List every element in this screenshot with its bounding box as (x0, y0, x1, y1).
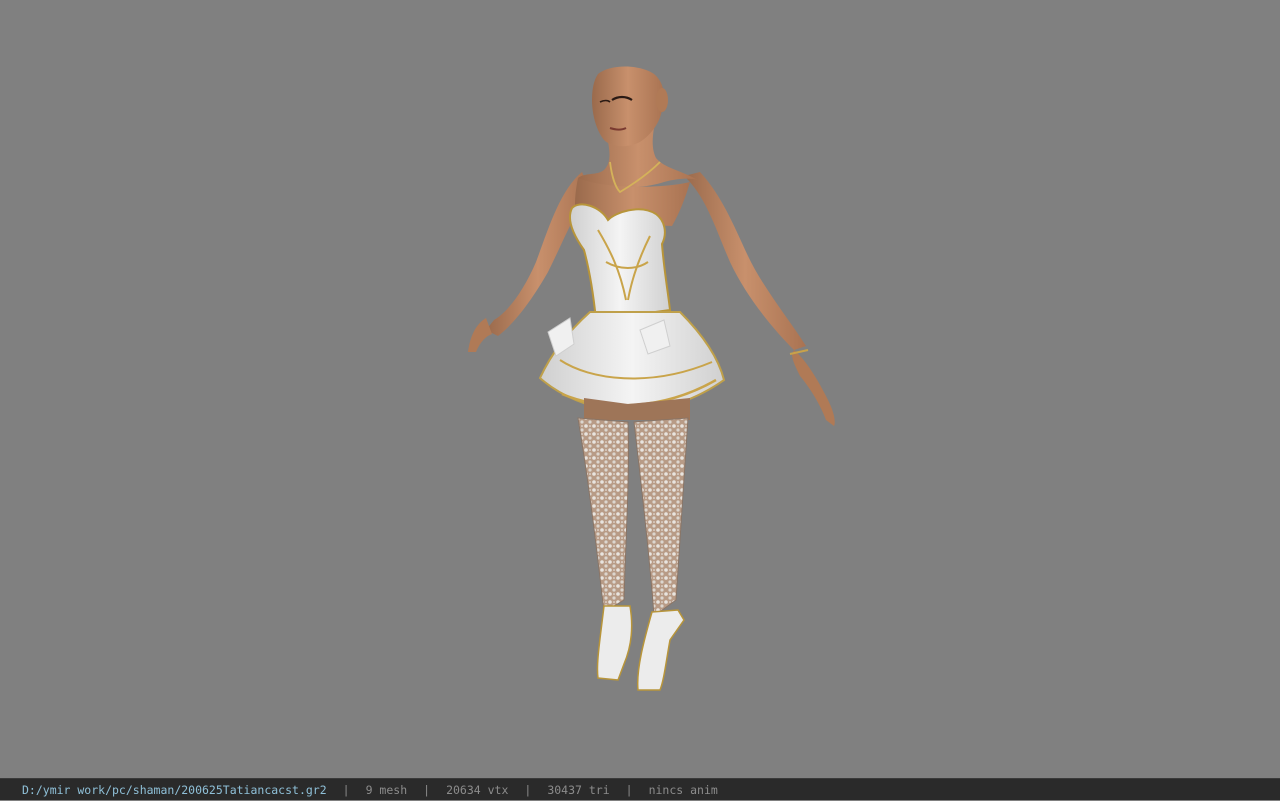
animation-status: nincs anim (648, 783, 718, 797)
status-bar: D:/ymir work/pc/shaman/200625Tatiancacst… (0, 778, 1280, 800)
separator: | (423, 783, 431, 797)
mesh-count: 9 mesh (365, 783, 408, 797)
triangle-count: 30437 tri (547, 783, 610, 797)
separator: | (342, 783, 350, 797)
separator: | (625, 783, 633, 797)
left-arm (468, 172, 590, 352)
character-model[interactable] (0, 0, 1280, 778)
legs (577, 417, 689, 617)
vertex-count: 20634 vtx (446, 783, 509, 797)
3d-viewport[interactable] (0, 0, 1280, 778)
separator: | (524, 783, 532, 797)
skirt (538, 311, 726, 414)
corset (568, 203, 672, 322)
boots (596, 605, 685, 691)
file-path: D:/ymir work/pc/shaman/200625Tatiancacst… (22, 783, 327, 797)
head (592, 66, 668, 147)
